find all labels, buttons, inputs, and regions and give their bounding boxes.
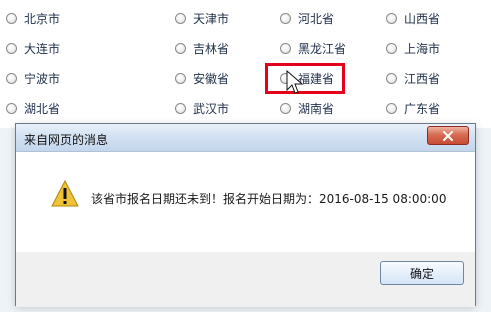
radio-button-icon bbox=[386, 102, 397, 114]
dialog-footer: 确定 bbox=[16, 252, 475, 307]
radio-button-icon bbox=[386, 72, 397, 84]
radio-item-shanxi[interactable]: 山西省 bbox=[386, 8, 440, 28]
radio-button-icon bbox=[280, 102, 291, 114]
radio-item-heilongjiang[interactable]: 黑龙江省 bbox=[280, 38, 346, 58]
dialog-title: 来自网页的消息 bbox=[24, 133, 109, 147]
ok-button[interactable]: 确定 bbox=[380, 261, 464, 285]
radio-button-icon bbox=[386, 12, 397, 24]
radio-button-icon bbox=[6, 72, 17, 84]
radio-item-guangdong[interactable]: 广东省 bbox=[386, 98, 440, 118]
radio-item-anhui[interactable]: 安徽省 bbox=[175, 68, 229, 88]
city-label: 山西省 bbox=[404, 11, 441, 26]
dialog-message: 该省市报名日期还未到！报名开始日期为：2016-08-15 08:00:00 bbox=[91, 192, 447, 206]
dialog-titlebar: 来自网页的消息 bbox=[16, 124, 475, 152]
radio-button-icon bbox=[6, 42, 17, 54]
radio-button-icon bbox=[386, 42, 397, 54]
radio-item-wuhan[interactable]: 武汉市 bbox=[175, 98, 229, 118]
message-dialog: 来自网页的消息 该省市报名日期还未到！报名开始日期为：2016-08-15 08… bbox=[15, 123, 476, 307]
radio-item-jilin[interactable]: 吉林省 bbox=[175, 38, 229, 58]
city-label: 河北省 bbox=[298, 11, 335, 26]
city-label: 武汉市 bbox=[193, 101, 230, 116]
radio-item-hubei[interactable]: 湖北省 bbox=[6, 98, 60, 118]
radio-button-icon bbox=[280, 12, 291, 24]
radio-button-icon bbox=[175, 72, 186, 84]
radio-button-icon bbox=[175, 12, 186, 24]
city-label: 大连市 bbox=[24, 41, 61, 56]
radio-item-ningbo[interactable]: 宁波市 bbox=[6, 68, 60, 88]
radio-button-icon bbox=[6, 102, 17, 114]
city-label: 广东省 bbox=[404, 101, 441, 116]
warning-icon bbox=[51, 179, 79, 207]
city-label: 吉林省 bbox=[193, 41, 230, 56]
radio-item-tianjin[interactable]: 天津市 bbox=[175, 8, 229, 28]
city-label: 安徽省 bbox=[193, 71, 230, 86]
city-label: 湖南省 bbox=[298, 101, 335, 116]
city-label: 江西省 bbox=[404, 71, 441, 86]
radio-button-icon bbox=[280, 42, 291, 54]
city-label: 天津市 bbox=[193, 11, 230, 26]
mouse-pointer-icon bbox=[286, 70, 304, 94]
selection-highlight bbox=[265, 63, 345, 94]
radio-item-dalian[interactable]: 大连市 bbox=[6, 38, 60, 58]
city-label: 宁波市 bbox=[24, 71, 61, 86]
city-label: 湖北省 bbox=[24, 101, 61, 116]
radio-button-icon bbox=[175, 42, 186, 54]
radio-item-beijing[interactable]: 北京市 bbox=[6, 8, 60, 28]
radio-button-icon bbox=[175, 102, 186, 114]
radio-item-jiangxi[interactable]: 江西省 bbox=[386, 68, 440, 88]
dialog-content: 该省市报名日期还未到！报名开始日期为：2016-08-15 08:00:00 bbox=[16, 152, 475, 252]
radio-item-hunan[interactable]: 湖南省 bbox=[280, 98, 334, 118]
city-label: 上海市 bbox=[404, 41, 441, 56]
radio-item-shanghai[interactable]: 上海市 bbox=[386, 38, 440, 58]
radio-item-hebei[interactable]: 河北省 bbox=[280, 8, 334, 28]
city-label: 北京市 bbox=[24, 11, 61, 26]
close-icon bbox=[443, 130, 453, 141]
radio-button-icon bbox=[6, 12, 17, 24]
close-button[interactable] bbox=[427, 126, 469, 145]
city-label: 黑龙江省 bbox=[298, 41, 347, 56]
